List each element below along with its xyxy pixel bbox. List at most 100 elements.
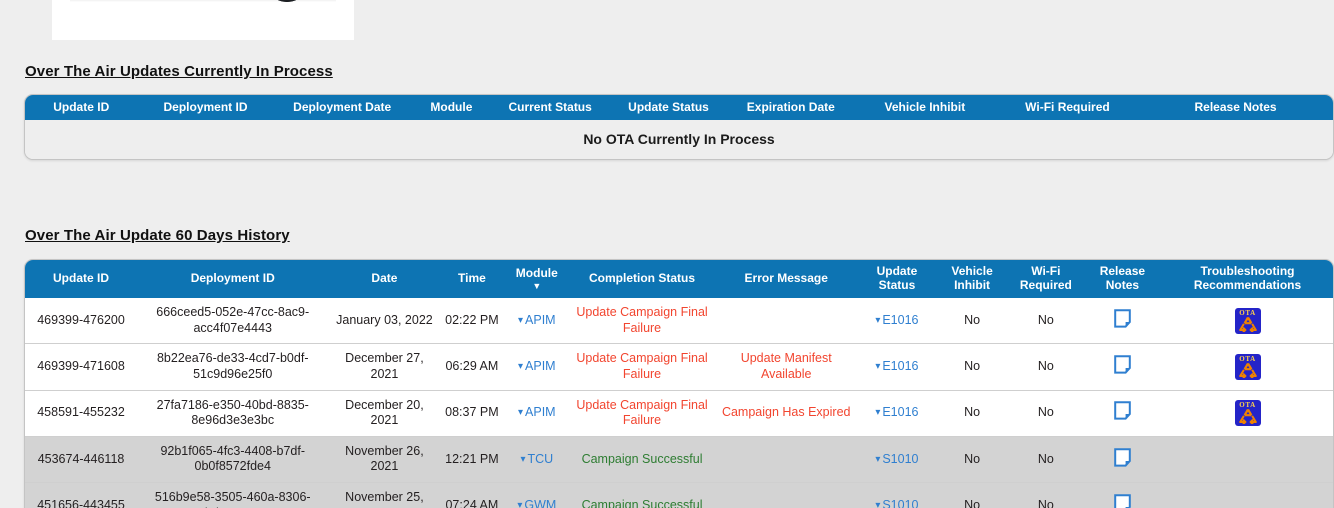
cell-vehicle-inhibit: No <box>935 483 1009 508</box>
col-completion-status[interactable]: Completion Status <box>570 260 714 298</box>
cell-update-status[interactable]: ▾S1010 <box>859 483 936 508</box>
cell-time: 06:29 AM <box>440 344 503 390</box>
col-update-id[interactable]: Update ID <box>25 260 137 298</box>
cell-troubleshooting[interactable] <box>1162 483 1333 508</box>
cell-deployment-id: 666ceed5-052e-47cc-8ac9-acc4f07e4443 <box>137 298 328 344</box>
update-status-link[interactable]: ▾S1010 <box>875 498 918 508</box>
cell-vehicle-inhibit: No <box>935 390 1009 436</box>
module-link[interactable]: ▾APIM <box>518 405 556 419</box>
cell-module[interactable]: ▾APIM <box>503 298 570 344</box>
truck-shadow <box>70 0 336 2</box>
cell-date: November 26, 2021 <box>328 436 440 482</box>
col-update-status[interactable]: Update Status <box>608 95 728 120</box>
chevron-down-icon[interactable]: ▼ <box>532 282 541 291</box>
table-row[interactable]: 469399-4716088b22ea76-de33-4cd7-b0df-51c… <box>25 344 1333 390</box>
cell-release-notes[interactable] <box>1083 298 1162 344</box>
col-module[interactable]: Module <box>411 95 492 120</box>
cell-module[interactable]: ▾APIM <box>503 390 570 436</box>
cell-update-id: 451656-443455 <box>25 483 137 508</box>
col-update-id[interactable]: Update ID <box>25 95 137 120</box>
table-row[interactable]: 453674-44611892b1f065-4fc3-4408-b7df-0b0… <box>25 436 1333 482</box>
table-row[interactable]: 451656-443455516b9e58-3505-460a-8306-45b… <box>25 483 1333 508</box>
troubleshooting-ota-icon[interactable]: OTA <box>1235 400 1261 426</box>
col-time[interactable]: Time <box>440 260 503 298</box>
col-error-message[interactable]: Error Message <box>714 260 859 298</box>
update-status-link[interactable]: ▾S1010 <box>875 452 918 466</box>
completion-status-text: Update Campaign Final Failure <box>576 305 707 335</box>
col-current-status[interactable]: Current Status <box>492 95 608 120</box>
col-release-notes[interactable]: Release Notes <box>1083 260 1162 298</box>
chevron-down-icon[interactable]: ▾ <box>875 408 880 418</box>
module-link[interactable]: ▾APIM <box>518 359 556 373</box>
table-row[interactable]: 469399-476200666ceed5-052e-47cc-8ac9-acc… <box>25 298 1333 344</box>
cell-deployment-id: 8b22ea76-de33-4cd7-b0df-51c9d96e25f0 <box>137 344 328 390</box>
cell-troubleshooting[interactable]: OTA <box>1162 298 1333 344</box>
cell-module[interactable]: ▾TCU <box>503 436 570 482</box>
cell-update-status[interactable]: ▾E1016 <box>859 344 936 390</box>
cell-time: 07:24 AM <box>440 483 503 508</box>
chevron-down-icon[interactable]: ▾ <box>875 316 880 326</box>
module-link[interactable]: ▾APIM <box>518 313 556 327</box>
update-status-link[interactable]: ▾E1016 <box>875 313 918 327</box>
chevron-down-icon[interactable]: ▾ <box>875 455 880 465</box>
col-vehicle-inhibit[interactable]: Vehicle Inhibit <box>935 260 1009 298</box>
cell-completion-status: Campaign Successful <box>570 436 714 482</box>
cell-update-id: 469399-476200 <box>25 298 137 344</box>
cell-error-message: Update Manifest Available <box>714 344 859 390</box>
col-wifi-required[interactable]: Wi-Fi Required <box>997 95 1138 120</box>
cell-update-status[interactable]: ▾S1010 <box>859 436 936 482</box>
in-process-table-container: Update ID Deployment ID Deployment Date … <box>24 94 1334 160</box>
history-section-title: Over The Air Update 60 Days History <box>25 227 290 244</box>
col-release-notes[interactable]: Release Notes <box>1138 95 1333 120</box>
col-date[interactable]: Date <box>328 260 440 298</box>
troubleshooting-ota-icon[interactable]: OTA <box>1235 308 1261 334</box>
col-module[interactable]: Module ▼ <box>503 260 570 298</box>
col-vehicle-inhibit[interactable]: Vehicle Inhibit <box>853 95 997 120</box>
release-notes-icon[interactable] <box>1114 309 1131 328</box>
cell-release-notes[interactable] <box>1083 483 1162 508</box>
cell-module[interactable]: ▾APIM <box>503 344 570 390</box>
update-status-link-label: S1010 <box>882 498 918 508</box>
chevron-down-icon[interactable]: ▾ <box>875 501 880 508</box>
chevron-down-icon[interactable]: ▾ <box>517 501 522 508</box>
chevron-down-icon[interactable]: ▾ <box>518 362 523 372</box>
col-update-status[interactable]: Update Status <box>859 260 936 298</box>
cell-completion-status: Update Campaign Final Failure <box>570 298 714 344</box>
no-ota-message: No OTA Currently In Process <box>25 120 1333 159</box>
cell-update-status[interactable]: ▾E1016 <box>859 298 936 344</box>
col-wifi-required[interactable]: Wi-Fi Required <box>1009 260 1083 298</box>
col-troubleshooting[interactable]: Troubleshooting Recommendations <box>1162 260 1333 298</box>
cell-troubleshooting[interactable]: OTA <box>1162 390 1333 436</box>
cell-troubleshooting[interactable] <box>1162 436 1333 482</box>
release-notes-icon[interactable] <box>1114 355 1131 374</box>
update-status-link-label: E1016 <box>882 405 918 419</box>
in-process-header-row: Update ID Deployment ID Deployment Date … <box>25 95 1333 120</box>
module-link-label: APIM <box>525 405 556 419</box>
troubleshooting-ota-icon[interactable]: OTA <box>1235 354 1261 380</box>
chevron-down-icon[interactable]: ▾ <box>520 455 525 465</box>
col-deployment-date[interactable]: Deployment Date <box>274 95 411 120</box>
cell-release-notes[interactable] <box>1083 344 1162 390</box>
release-notes-icon[interactable] <box>1114 401 1131 420</box>
release-notes-icon[interactable] <box>1114 448 1131 467</box>
module-link[interactable]: ▾TCU <box>520 452 553 466</box>
cell-wifi-required: No <box>1009 483 1083 508</box>
release-notes-icon[interactable] <box>1114 494 1131 508</box>
cell-module[interactable]: ▾GWM <box>503 483 570 508</box>
col-expiration-date[interactable]: Expiration Date <box>729 95 853 120</box>
cell-troubleshooting[interactable]: OTA <box>1162 344 1333 390</box>
chevron-down-icon[interactable]: ▾ <box>518 408 523 418</box>
col-deployment-id[interactable]: Deployment ID <box>137 260 328 298</box>
cell-release-notes[interactable] <box>1083 390 1162 436</box>
col-deployment-id[interactable]: Deployment ID <box>137 95 273 120</box>
module-link[interactable]: ▾GWM <box>517 498 556 508</box>
update-status-link[interactable]: ▾E1016 <box>875 359 918 373</box>
table-row[interactable]: 458591-45523227fa7186-e350-40bd-8835-8e9… <box>25 390 1333 436</box>
chevron-down-icon[interactable]: ▾ <box>518 316 523 326</box>
error-message-text: Campaign Has Expired <box>722 405 851 419</box>
cell-error-message <box>714 483 859 508</box>
cell-update-status[interactable]: ▾E1016 <box>859 390 936 436</box>
update-status-link[interactable]: ▾E1016 <box>875 405 918 419</box>
cell-release-notes[interactable] <box>1083 436 1162 482</box>
chevron-down-icon[interactable]: ▾ <box>875 362 880 372</box>
